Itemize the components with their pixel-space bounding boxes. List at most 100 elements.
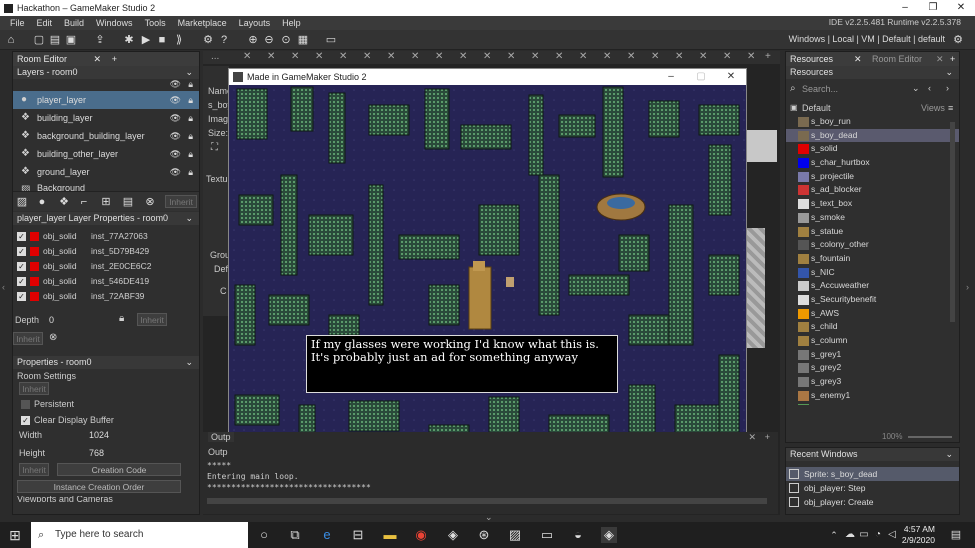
instance-checkbox[interactable]: ✓ bbox=[17, 232, 26, 241]
menu-layouts[interactable]: Layouts bbox=[239, 18, 271, 28]
forward-icon[interactable]: › bbox=[946, 83, 949, 93]
chevron-down-icon[interactable]: ⌄ bbox=[945, 66, 953, 79]
properties-header[interactable]: Properties - room0 ⌄ bbox=[13, 356, 199, 369]
close-tab-icon[interactable]: ✕ bbox=[579, 51, 587, 62]
close-tab-icon[interactable]: ✕ bbox=[651, 51, 659, 62]
menu-help[interactable]: Help bbox=[282, 18, 301, 28]
recent-item[interactable]: obj_player: Create bbox=[786, 495, 959, 509]
chevron-down-icon[interactable]: ⌄ bbox=[912, 83, 920, 94]
add-tab-icon[interactable]: + bbox=[950, 52, 955, 66]
viewports-label[interactable]: Viewports and Cameras bbox=[17, 496, 113, 502]
resource-item[interactable]: s_solid bbox=[786, 142, 959, 156]
menu-windows[interactable]: Windows bbox=[96, 18, 133, 28]
resources-scrollbar[interactable] bbox=[950, 122, 955, 322]
menu-marketplace[interactable]: Marketplace bbox=[178, 18, 227, 28]
resource-item[interactable]: s_grey1 bbox=[786, 348, 959, 362]
game-window[interactable]: Made in GameMaker Studio 2 – ▢ ✕ If my g… bbox=[228, 68, 747, 476]
debug-icon[interactable]: ✱ bbox=[122, 33, 136, 47]
close-tab-icon[interactable]: ✕ bbox=[723, 51, 731, 62]
close-tab-icon[interactable]: ✕ bbox=[339, 51, 347, 62]
resource-item-selected[interactable]: s_boy_dead bbox=[786, 128, 959, 143]
creation-code-button[interactable]: Creation Code bbox=[57, 463, 181, 476]
task-view-icon[interactable]: ⧉ bbox=[287, 527, 303, 543]
resource-item[interactable]: s_enemy2 bbox=[786, 402, 959, 405]
size-inherit-button[interactable]: Inherit bbox=[19, 463, 49, 476]
output-subtab[interactable]: Outp bbox=[208, 447, 228, 457]
chevron-down-icon[interactable]: ⌄ bbox=[185, 212, 193, 225]
lock-icon[interactable]: 🔒︎ bbox=[188, 91, 193, 109]
menu-file[interactable]: File bbox=[10, 18, 25, 28]
zoom-slider[interactable] bbox=[908, 436, 952, 438]
close-button[interactable]: ✕ bbox=[947, 0, 975, 16]
output-scrollbar[interactable] bbox=[207, 498, 767, 504]
display-icon[interactable]: ▭ bbox=[324, 33, 338, 47]
instance-checkbox[interactable]: ✓ bbox=[17, 262, 26, 271]
eye-icon[interactable]: 👁 bbox=[170, 127, 181, 145]
collision-label[interactable]: C bbox=[220, 286, 227, 296]
close-tab-icon[interactable]: ✕ bbox=[243, 51, 251, 62]
eye-icon[interactable]: 👁 bbox=[170, 109, 181, 127]
chrome-icon[interactable]: ◉ bbox=[413, 527, 429, 543]
room-editor-tab[interactable]: Room Editor bbox=[872, 52, 922, 66]
views-label[interactable]: Views bbox=[921, 101, 945, 115]
instance-checkbox[interactable]: ✓ bbox=[17, 277, 26, 286]
resource-item[interactable]: s_AWS bbox=[786, 307, 959, 321]
windows-start-icon[interactable]: ⊞ bbox=[7, 527, 23, 543]
photos-icon[interactable]: ▨ bbox=[507, 527, 523, 543]
game-canvas[interactable]: If my glasses were working I'd know what… bbox=[229, 85, 746, 475]
resource-item[interactable]: s_column bbox=[786, 334, 959, 348]
close-tab-icon[interactable]: ✕ bbox=[507, 51, 515, 62]
resource-item[interactable]: s_statue bbox=[786, 225, 959, 239]
layers-header[interactable]: Layers - room0 ⌄ bbox=[13, 66, 199, 79]
resource-item[interactable]: s_child bbox=[786, 320, 959, 334]
terminal-icon[interactable]: ▭ bbox=[539, 527, 555, 543]
close-tab-icon[interactable]: ✕ bbox=[531, 51, 539, 62]
resource-item[interactable]: s_char_hurtbox bbox=[786, 156, 959, 170]
gamemaker-icon[interactable]: ◈ bbox=[445, 527, 461, 543]
delete-layer-button[interactable]: ⊗ bbox=[143, 195, 157, 209]
close-tab-icon[interactable]: ✕ bbox=[555, 51, 563, 62]
menu-edit[interactable]: Edit bbox=[37, 18, 53, 28]
resource-item[interactable]: s_enemy1 bbox=[786, 389, 959, 403]
width-input[interactable]: 1024 bbox=[89, 430, 109, 440]
folder-layer-button[interactable]: ▤ bbox=[121, 195, 135, 209]
instance-order-button[interactable]: Instance Creation Order bbox=[17, 480, 181, 493]
layer-inherit-button[interactable]: Inherit bbox=[13, 332, 43, 345]
close-tab-icon[interactable]: ✕ bbox=[291, 51, 299, 62]
close-tab-icon[interactable]: ✕ bbox=[459, 51, 467, 62]
asset-layer-button[interactable]: ⊞ bbox=[99, 195, 113, 209]
instance-layer-button[interactable]: ● bbox=[35, 195, 49, 209]
close-tab-icon[interactable]: ✕ bbox=[675, 51, 683, 62]
close-button[interactable]: ✕ bbox=[716, 69, 746, 85]
lock-icon[interactable]: 🔒︎ bbox=[188, 145, 193, 163]
menu-icon[interactable]: ≡ bbox=[948, 101, 953, 115]
instance-row[interactable]: ✓ obj_solid inst_5D79B429 bbox=[13, 244, 199, 259]
taskbar-clock[interactable]: 4:57 AM 2/9/2020 bbox=[902, 524, 935, 546]
new-file-icon[interactable]: ▢ bbox=[32, 33, 46, 47]
resource-item[interactable]: s_fountain bbox=[786, 252, 959, 266]
instance-row[interactable]: ✓ obj_solid inst_77A27063 bbox=[13, 229, 199, 244]
taskbar-search[interactable]: ⌕ Type here to search bbox=[31, 522, 248, 548]
resource-item[interactable]: s_ad_blocker bbox=[786, 183, 959, 197]
layer-item-background-building[interactable]: ❖ background_building_layer 👁 🔒︎ bbox=[13, 127, 199, 145]
search-input[interactable]: Search... bbox=[802, 84, 838, 94]
close-tab-icon[interactable]: ✕ bbox=[699, 51, 707, 62]
zoom-in-icon[interactable]: ⊕ bbox=[246, 33, 260, 47]
eye-icon[interactable]: 👁 bbox=[170, 145, 181, 163]
chevron-down-icon[interactable]: ⌄ bbox=[185, 66, 193, 79]
resource-item[interactable]: s_text_box bbox=[786, 197, 959, 211]
layer-item-building[interactable]: ❖ building_layer 👁 🔒︎ bbox=[13, 109, 199, 127]
file-explorer-icon[interactable]: ▬ bbox=[382, 527, 398, 543]
edge-icon[interactable]: e bbox=[319, 527, 335, 543]
recent-item[interactable]: Sprite: s_boy_dead bbox=[786, 467, 959, 481]
cancel-icon[interactable]: ⊗ bbox=[49, 332, 57, 343]
save-icon[interactable]: ▣ bbox=[64, 33, 78, 47]
menu-build[interactable]: Build bbox=[64, 18, 84, 28]
close-tab-icon[interactable]: ✕ bbox=[747, 51, 755, 62]
resources-group-row[interactable]: ▣ Default Views ≡ bbox=[786, 101, 959, 115]
resource-item[interactable]: s_smoke bbox=[786, 211, 959, 225]
target-gear-icon[interactable]: ⚙ bbox=[951, 33, 965, 47]
close-tab-icon[interactable]: ✕ bbox=[435, 51, 443, 62]
notifications-icon[interactable]: ▤ bbox=[948, 527, 964, 543]
resize-icon[interactable]: ⛶ bbox=[211, 142, 218, 153]
